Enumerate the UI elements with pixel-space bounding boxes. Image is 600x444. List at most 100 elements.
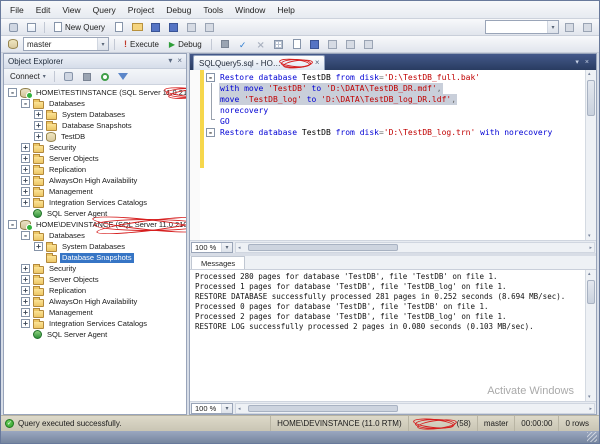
open-file-icon[interactable]	[129, 20, 145, 35]
tree-item[interactable]: +Server Objects	[4, 153, 186, 164]
editor-pane[interactable]: -Restore database TestDB from disk='D:\T…	[190, 70, 596, 240]
execute-button[interactable]: ! Execute	[120, 38, 163, 50]
document-tab[interactable]: SQLQuery5.sql - HO… ×	[193, 55, 325, 70]
tree-item[interactable]: +Security	[4, 142, 186, 153]
tree-item[interactable]: +Management	[4, 186, 186, 197]
results-file-icon[interactable]	[307, 37, 323, 52]
tree-item[interactable]: +Integration Services Catalogs	[4, 197, 186, 208]
results-text-icon[interactable]	[289, 37, 305, 52]
tree-item[interactable]: Database Snapshots	[4, 252, 186, 263]
menu-file[interactable]: File	[4, 3, 30, 17]
plus-expander-icon[interactable]: +	[21, 165, 30, 174]
messages-zoom-select[interactable]: 100 % ▾	[191, 403, 233, 414]
filter-icon[interactable]	[115, 69, 131, 84]
chevron-down-icon[interactable]: ▾	[97, 38, 108, 50]
editor-vscrollbar[interactable]	[585, 70, 596, 240]
tree-item[interactable]: -HOME\DEVINSTANCE (SQL Server 11.0.2100 …	[4, 219, 186, 230]
plus-expander-icon[interactable]: +	[34, 132, 43, 141]
tree-item[interactable]: +System Databases	[4, 241, 186, 252]
tree-item[interactable]: -HOME\TESTINSTANCE (SQL Server 11.0.2100…	[4, 87, 186, 98]
chevron-down-icon[interactable]: ▾	[547, 21, 558, 33]
menu-debug[interactable]: Debug	[160, 3, 197, 17]
database-combo[interactable]: master ▾	[23, 37, 109, 51]
connect-button[interactable]: Connect ▾	[8, 72, 48, 81]
disconnect-icon[interactable]	[61, 69, 77, 84]
editor-scroll-thumb[interactable]	[587, 80, 595, 116]
menu-edit[interactable]: Edit	[30, 3, 57, 17]
print-icon[interactable]	[183, 20, 199, 35]
menu-tools[interactable]: Tools	[197, 3, 229, 17]
tree-item[interactable]: -Databases	[4, 98, 186, 109]
tree-item[interactable]: SQL Server Agent	[4, 329, 186, 340]
messages-hscroll-thumb[interactable]	[248, 405, 398, 412]
menu-view[interactable]: View	[56, 3, 86, 17]
messages-scroll-thumb[interactable]	[587, 280, 595, 304]
messages-tab[interactable]: Messages	[191, 256, 245, 269]
stop-icon[interactable]	[79, 69, 95, 84]
tree-item[interactable]: +Management	[4, 307, 186, 318]
fold-toggle-icon[interactable]: -	[206, 128, 215, 137]
plus-expander-icon[interactable]: +	[21, 198, 30, 207]
indent-icon[interactable]	[343, 37, 359, 52]
close-icon[interactable]: ×	[177, 57, 182, 65]
tree-item[interactable]: +Database Snapshots	[4, 120, 186, 131]
editor-zoom-select[interactable]: 100 % ▾	[191, 242, 233, 253]
messages-vscrollbar[interactable]	[585, 270, 596, 401]
tree-item[interactable]: -Databases	[4, 230, 186, 241]
save-icon[interactable]	[147, 20, 163, 35]
editor-hscrollbar[interactable]	[235, 242, 595, 253]
fold-toggle-icon[interactable]: -	[206, 73, 215, 82]
document-list-icon[interactable]: ▾	[575, 58, 579, 66]
query-options-icon[interactable]	[361, 37, 377, 52]
debug-button[interactable]: ▶ Debug	[165, 39, 206, 50]
editor-hscroll-thumb[interactable]	[248, 244, 398, 251]
chevron-down-icon[interactable]: ▾	[221, 404, 232, 413]
plus-expander-icon[interactable]: +	[21, 264, 30, 273]
new-query-button[interactable]: New Query	[50, 21, 109, 33]
plus-expander-icon[interactable]: +	[34, 121, 43, 130]
minus-expander-icon[interactable]: -	[8, 220, 17, 229]
tree-item[interactable]: +Replication	[4, 164, 186, 175]
tree-item[interactable]: +Security	[4, 263, 186, 274]
plus-expander-icon[interactable]: +	[21, 143, 30, 152]
minus-expander-icon[interactable]: -	[21, 99, 30, 108]
tree-item[interactable]: +Integration Services Catalogs	[4, 318, 186, 329]
tree-item[interactable]: +System Databases	[4, 109, 186, 120]
menu-window[interactable]: Window	[229, 3, 271, 17]
tree-item[interactable]: +Replication	[4, 285, 186, 296]
results-grid-icon[interactable]	[271, 37, 287, 52]
connect-object-explorer-icon[interactable]	[5, 20, 21, 35]
messages-hscrollbar[interactable]	[235, 403, 595, 414]
plus-expander-icon[interactable]: +	[34, 242, 43, 251]
new-query-page-icon[interactable]	[111, 20, 127, 35]
plus-expander-icon[interactable]: +	[34, 110, 43, 119]
tree-item[interactable]: +AlwaysOn High Availability	[4, 296, 186, 307]
minus-expander-icon[interactable]: -	[8, 88, 17, 97]
menu-project[interactable]: Project	[122, 3, 160, 17]
plus-expander-icon[interactable]: +	[21, 176, 30, 185]
plus-expander-icon[interactable]: +	[21, 308, 30, 317]
find-icon[interactable]	[561, 20, 577, 35]
chevron-down-icon[interactable]: ▾	[221, 243, 232, 252]
plus-expander-icon[interactable]: +	[21, 319, 30, 328]
parse-icon[interactable]	[235, 37, 251, 52]
plus-expander-icon[interactable]: +	[21, 275, 30, 284]
stop-icon[interactable]	[217, 37, 233, 52]
undo-icon[interactable]	[201, 20, 217, 35]
close-tab-icon[interactable]: ×	[315, 59, 320, 67]
plus-expander-icon[interactable]: +	[21, 286, 30, 295]
save-all-icon[interactable]	[165, 20, 181, 35]
tree-item[interactable]: +Server Objects	[4, 274, 186, 285]
plus-expander-icon[interactable]: +	[21, 154, 30, 163]
cancel-query-icon[interactable]	[253, 37, 269, 52]
tree-item[interactable]: +AlwaysOn High Availability	[4, 175, 186, 186]
minus-expander-icon[interactable]: -	[21, 231, 30, 240]
activity-monitor-icon[interactable]	[23, 20, 39, 35]
menu-query[interactable]: Query	[87, 3, 122, 17]
plus-expander-icon[interactable]: +	[21, 297, 30, 306]
comment-icon[interactable]	[325, 37, 341, 52]
window-position-icon[interactable]: ▾	[168, 57, 172, 65]
toolbar-search-combo[interactable]: ▾	[485, 20, 559, 34]
plus-expander-icon[interactable]: +	[21, 187, 30, 196]
resize-grip[interactable]	[587, 432, 597, 442]
